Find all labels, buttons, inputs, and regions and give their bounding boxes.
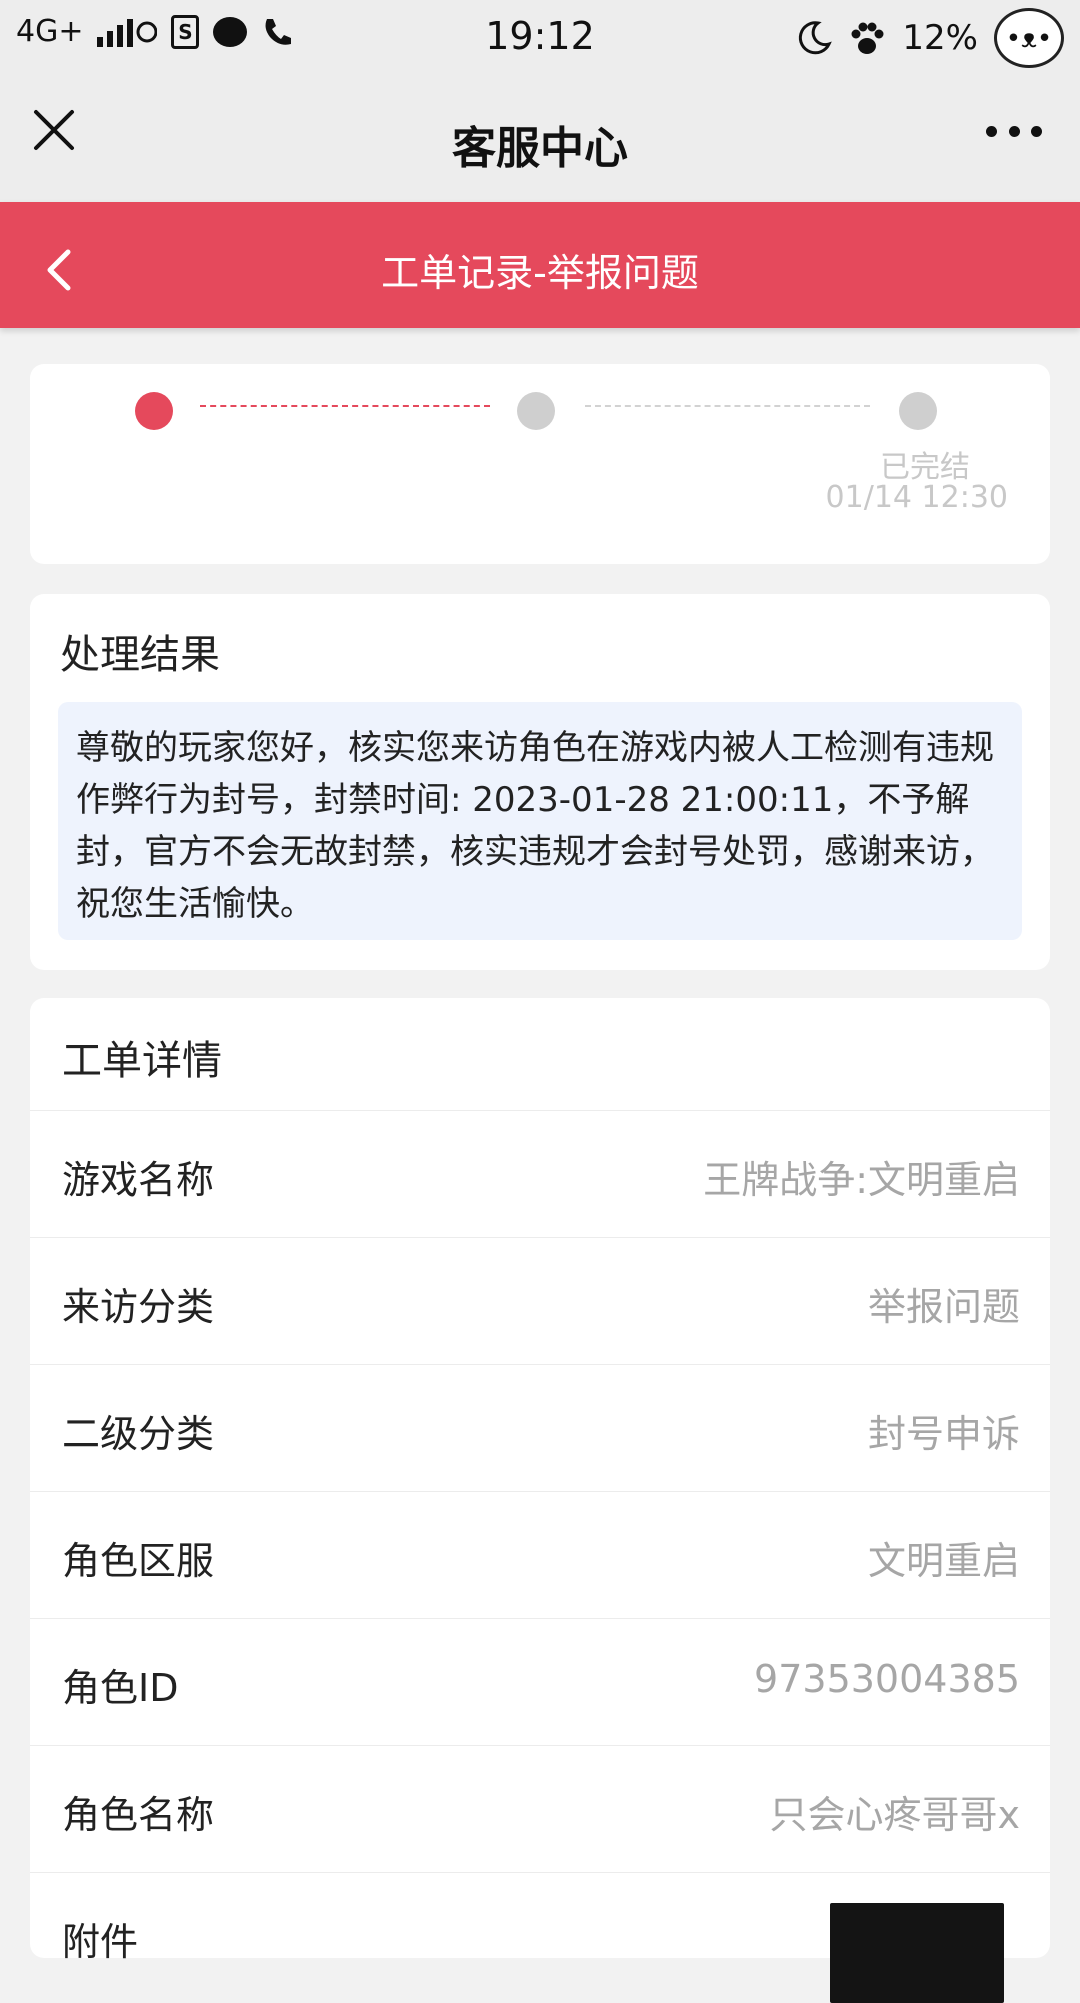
- row-value: 文明重启: [867, 1539, 1020, 1583]
- attachment-thumbnail[interactable]: [830, 1903, 1004, 2003]
- page-header: 工单记录-举报问题: [0, 202, 1080, 328]
- row-label: 角色名称: [62, 1793, 215, 1837]
- battery-percent: 12%: [902, 18, 978, 58]
- row-label: 来访分类: [62, 1285, 215, 1329]
- detail-row-game-name: 游戏名称 王牌战争:文明重启: [30, 1110, 1050, 1237]
- step-dot-active: [135, 392, 173, 430]
- row-value: 王牌战争:文明重启: [703, 1158, 1020, 1202]
- row-value: 举报问题: [867, 1285, 1020, 1329]
- detail-row-role-name: 角色名称 只会心疼哥哥x: [30, 1745, 1050, 1872]
- moon-icon: [796, 20, 833, 56]
- progress-card: 已完结 01/14 12:30: [30, 364, 1050, 564]
- row-label: 角色区服: [62, 1539, 215, 1583]
- result-message: 尊敬的玩家您好，核实您来访角色在游戏内被人工检测有违规作弊行为封号，封禁时间: …: [58, 702, 1022, 940]
- step-dot: [899, 392, 937, 430]
- step-connector: [585, 405, 870, 407]
- detail-card: 工单详情 游戏名称 王牌战争:文明重启 来访分类 举报问题 二级分类 封号申诉 …: [30, 998, 1050, 2003]
- step-connector: [200, 405, 490, 407]
- detail-row-category: 来访分类 举报问题: [30, 1237, 1050, 1364]
- more-dot-icon: [986, 125, 997, 137]
- paw-icon: [848, 19, 886, 57]
- row-value: 97353004385: [754, 1657, 1020, 1701]
- more-options-button[interactable]: [986, 116, 1042, 146]
- nav-title: 客服中心: [452, 123, 628, 174]
- row-value: 只会心疼哥哥x: [769, 1793, 1021, 1837]
- row-label: 二级分类: [62, 1412, 215, 1456]
- detail-row-role-id: 角色ID 97353004385: [30, 1618, 1050, 1745]
- page-title: 工单记录-举报问题: [381, 251, 699, 295]
- status-bar: 4G+ S 19:12 12% •ᴥ•: [0, 0, 1080, 76]
- top-nav: 客服中心: [0, 76, 1080, 202]
- status-right: 12% •ᴥ•: [796, 8, 1064, 68]
- row-label: 角色ID: [62, 1666, 179, 1710]
- result-title: 处理结果: [60, 632, 220, 678]
- row-label: 游戏名称: [62, 1158, 215, 1202]
- detail-row-subcategory: 二级分类 封号申诉: [30, 1364, 1050, 1491]
- more-dot-icon: [1008, 125, 1020, 137]
- result-card: 处理结果 尊敬的玩家您好，核实您来访角色在游戏内被人工检测有违规作弊行为封号，封…: [30, 594, 1050, 970]
- row-value: 封号申诉: [867, 1412, 1020, 1456]
- cat-battery-icon: •ᴥ•: [994, 8, 1064, 68]
- row-label: 附件: [62, 1920, 139, 1964]
- detail-row-attachment: 附件: [30, 1872, 1050, 2003]
- more-dot-icon: [1031, 125, 1042, 137]
- detail-row-server: 角色区服 文明重启: [30, 1491, 1050, 1618]
- step-dot: [517, 392, 555, 430]
- step-completed-time: 01/14 12:30: [825, 480, 1008, 515]
- detail-title: 工单详情: [62, 1038, 222, 1084]
